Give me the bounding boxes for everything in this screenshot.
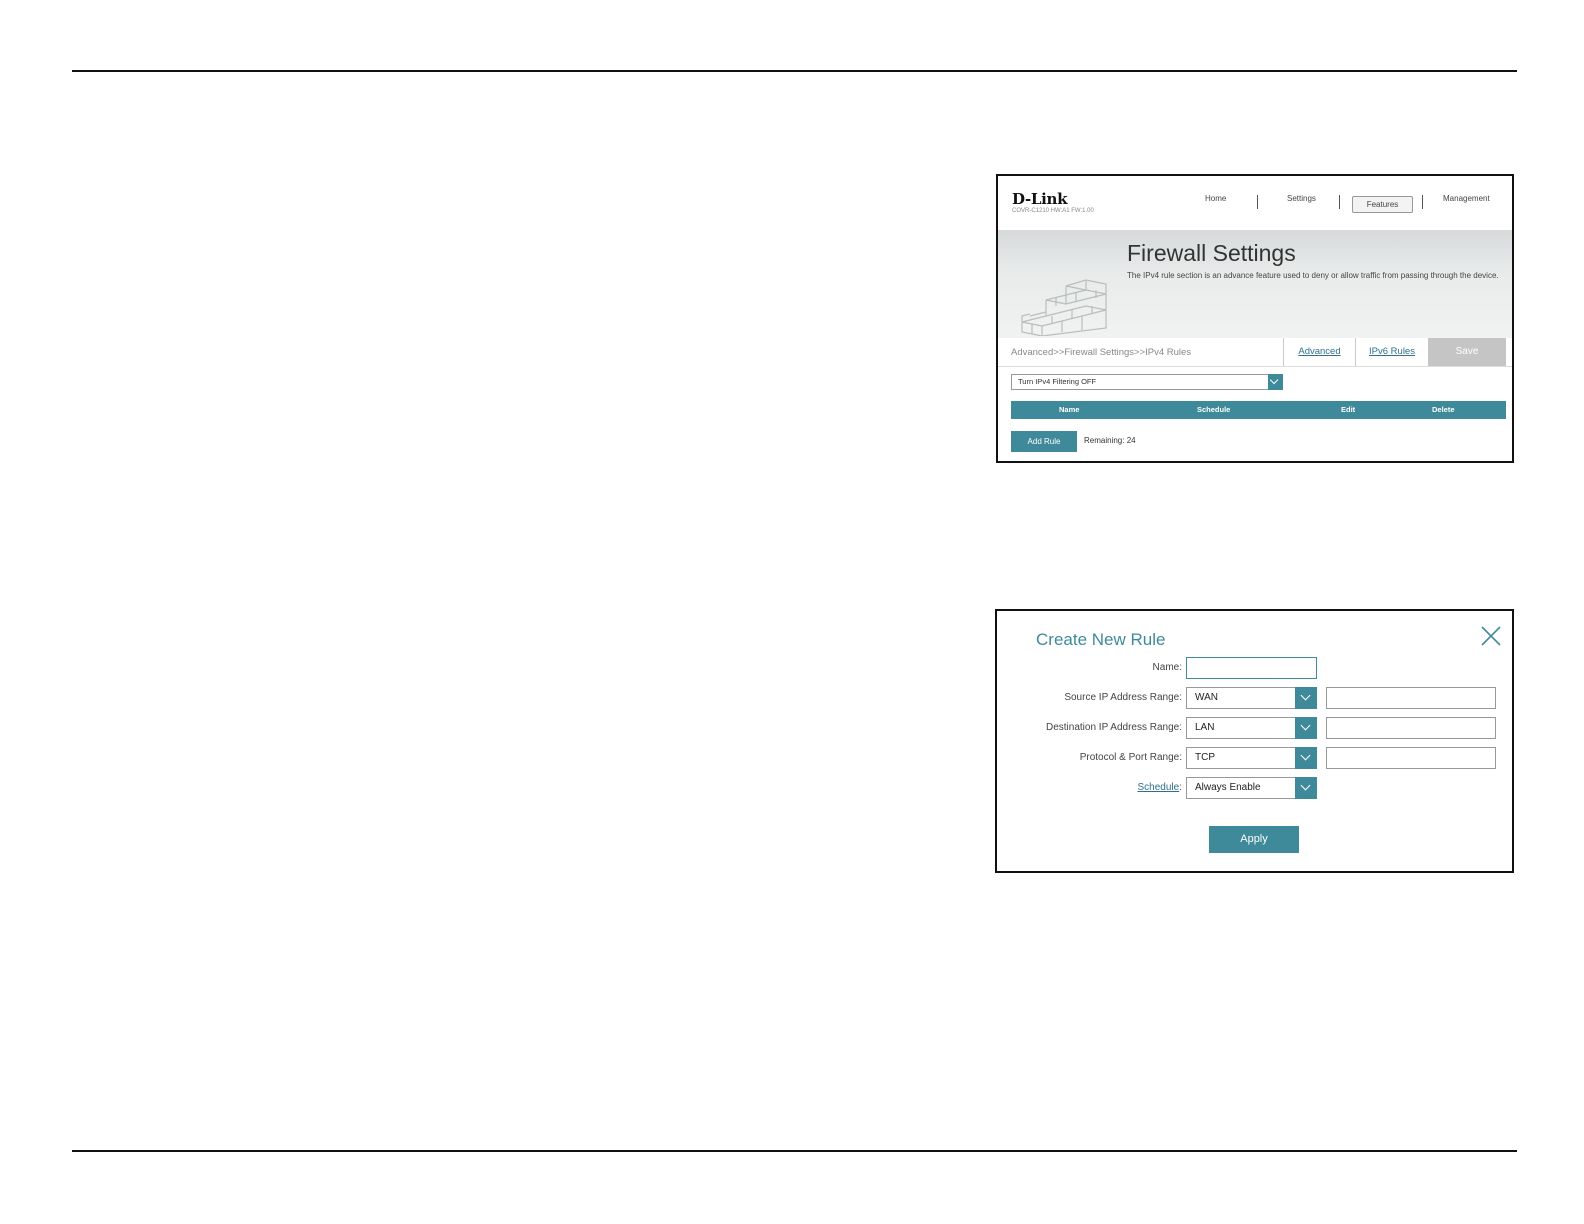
page-title: Firewall Settings: [1127, 240, 1296, 266]
top-rule: [72, 70, 1517, 72]
page-banner: Firewall Settings The IPv4 rule section …: [998, 230, 1512, 338]
schedule-link[interactable]: Schedule: [1138, 782, 1180, 793]
remaining-count: Remaining: 24: [1084, 436, 1136, 445]
destination-ip-range-input[interactable]: [1326, 717, 1496, 739]
source-ip-value: WAN: [1195, 692, 1218, 703]
brick-wall-icon: [1021, 279, 1107, 336]
protocol-label: Protocol & Port Range:: [1079, 752, 1182, 763]
schedule-label-wrap: Schedule:: [1138, 782, 1182, 793]
dlink-logo: D-Link: [1012, 190, 1068, 208]
page-description: The IPv4 rule section is an advance feat…: [1127, 271, 1499, 280]
breadcrumb: Advanced>>Firewall Settings>>IPv4 Rules: [1011, 347, 1192, 358]
column-delete: Delete: [1432, 405, 1455, 414]
dropdown-button[interactable]: [1295, 777, 1317, 799]
schedule-colon: :: [1179, 782, 1182, 793]
schedule-value: Always Enable: [1195, 782, 1261, 793]
destination-ip-select[interactable]: LAN: [1186, 717, 1317, 739]
name-input[interactable]: [1186, 657, 1317, 679]
apply-button[interactable]: Apply: [1209, 826, 1299, 853]
close-icon[interactable]: [1480, 625, 1502, 647]
nav-home[interactable]: Home: [1205, 194, 1226, 203]
chevron-down-icon: [1300, 690, 1311, 701]
nav-management[interactable]: Management: [1443, 194, 1490, 203]
schedule-select[interactable]: Always Enable: [1186, 777, 1317, 799]
advanced-link[interactable]: Advanced: [1283, 338, 1355, 366]
dropdown-button[interactable]: [1268, 374, 1283, 390]
chevron-down-icon: [1300, 720, 1311, 731]
chevron-down-icon: [1300, 780, 1311, 791]
save-button[interactable]: Save: [1428, 338, 1506, 366]
create-rule-dialog: Create New Rule Name: Source IP Address …: [995, 609, 1514, 873]
source-ip-range-input[interactable]: [1326, 687, 1496, 709]
header: D-Link COVR-C1210 HW:A1 FW:1.00 Home Set…: [998, 176, 1512, 230]
column-name: Name: [1059, 405, 1080, 414]
firewall-settings-screenshot: D-Link COVR-C1210 HW:A1 FW:1.00 Home Set…: [996, 174, 1514, 463]
name-label: Name:: [1152, 662, 1182, 673]
destination-ip-value: LAN: [1195, 722, 1215, 733]
column-edit: Edit: [1341, 405, 1356, 414]
dialog-title: Create New Rule: [1036, 630, 1166, 649]
nav-settings[interactable]: Settings: [1287, 194, 1316, 203]
nav-divider: [1339, 195, 1340, 209]
protocol-value: TCP: [1195, 752, 1215, 763]
ipv4-filtering-select[interactable]: Turn IPv4 Filtering OFF: [1011, 374, 1283, 390]
column-schedule: Schedule: [1197, 405, 1231, 414]
rules-table-header: Name Schedule Edit Delete: [1011, 401, 1506, 419]
protocol-select[interactable]: TCP: [1186, 747, 1317, 769]
ipv6-rules-link[interactable]: IPv6 Rules: [1355, 338, 1428, 366]
nav-features[interactable]: Features: [1352, 196, 1413, 213]
dropdown-button[interactable]: [1295, 687, 1317, 709]
port-range-input[interactable]: [1326, 747, 1496, 769]
nav-divider: [1257, 195, 1258, 209]
add-rule-button[interactable]: Add Rule: [1011, 431, 1077, 452]
dropdown-button[interactable]: [1295, 717, 1317, 739]
source-ip-select[interactable]: WAN: [1186, 687, 1317, 709]
chevron-down-icon: [1269, 375, 1279, 385]
source-ip-label: Source IP Address Range:: [1064, 692, 1182, 703]
nav-divider: [1422, 195, 1423, 209]
breadcrumb-bar: Advanced>>Firewall Settings>>IPv4 Rules …: [998, 338, 1512, 367]
dropdown-button[interactable]: [1295, 747, 1317, 769]
destination-ip-label: Destination IP Address Range:: [1045, 722, 1182, 733]
ipv4-filtering-value: Turn IPv4 Filtering OFF: [1018, 377, 1097, 386]
bottom-rule: [72, 1150, 1517, 1152]
chevron-down-icon: [1300, 750, 1311, 761]
model-info: COVR-C1210 HW:A1 FW:1.00: [1012, 208, 1094, 214]
